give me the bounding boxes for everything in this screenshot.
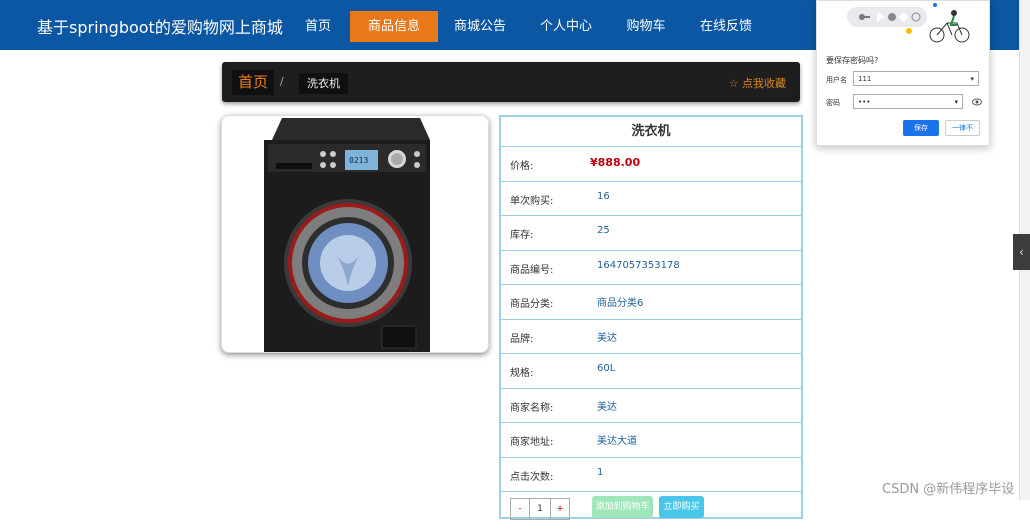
qty-minus-button[interactable]: - [511,499,530,519]
price-value: ¥888.00 [590,156,641,169]
username-value: 111 [858,75,872,83]
nav-products[interactable]: 商品信息 [350,11,438,42]
detail-row: 商家地址: 美达大道 [501,423,801,458]
field-value: 16 [597,190,610,202]
breadcrumb-home[interactable]: 首页 [232,70,275,95]
field-value: 1647057353178 [597,259,680,271]
field-label: 商家名称: [510,402,554,414]
detail-row: 库存: 25 [501,216,801,251]
chevron-down-icon[interactable]: ▾ [954,95,958,110]
nav-feedback[interactable]: 在线反馈 [692,11,760,42]
detail-row: 点击次数: 1 [501,458,801,492]
field-value: 美达大道 [597,436,637,447]
washer-display-readout: 0213 [349,156,368,165]
detail-row-price: 价格: ¥888.00 [501,147,801,182]
field-label: 商品编号: [510,264,554,276]
password-value: ••• [858,98,871,106]
product-image: 0213 [221,115,489,353]
detail-row: 商品分类: 商品分类6 [501,285,801,320]
never-save-button[interactable]: 一律不 [945,120,980,136]
watermark-text: CSDN @新伟程序毕设 [882,482,1015,497]
site-title: 基于springboot的爱购物网上商城 [37,18,283,37]
qty-plus-button[interactable]: + [551,499,569,519]
field-value: 25 [597,225,610,236]
nav-personal-center[interactable]: 个人中心 [534,11,598,42]
breadcrumb: 首页 / 洗衣机 ☆ 点我收藏 [222,62,800,102]
password-label: 密码 [826,99,840,107]
product-title: 洗衣机 [501,117,801,147]
breadcrumb-current: 洗衣机 [299,73,348,94]
breadcrumb-separator: / [280,75,284,88]
detail-row: 规格: 60L [501,354,801,389]
washing-machine-image: 0213 [222,116,488,352]
field-label: 规格: [510,368,534,379]
save-password-popup: 要保存密码吗? 用户名 111 ▾ 密码 ••• ▾ 保存 一律不 [816,0,990,146]
save-password-button[interactable]: 保存 [903,120,939,136]
price-label: 价格: [510,161,534,172]
product-detail-panel: 洗衣机 价格: ¥888.00 单次购买: 16 库存: 25 商品编号: 16… [499,115,803,520]
nav-cart[interactable]: 购物车 [620,11,672,42]
field-label: 点击次数: [510,471,554,483]
side-collapse-tab[interactable]: ‹ [1013,234,1030,270]
password-field[interactable]: ••• ▾ [853,94,963,109]
add-to-cart-button[interactable]: 添加到购物车 [592,496,653,518]
field-label: 库存: [510,230,534,241]
field-label: 商家地址: [510,437,554,448]
save-password-title: 要保存密码吗? [826,56,879,65]
field-value: 美达 [597,401,617,413]
detail-row: 商家名称: 美达 [501,389,801,423]
buy-now-button[interactable]: 立即购买 [659,496,704,518]
eye-icon[interactable] [972,98,982,106]
qty-input[interactable]: 1 [530,499,551,519]
field-value: 美达 [597,332,617,344]
detail-row: 品牌: 美达 [501,320,801,354]
password-illustration-icon [847,3,970,43]
detail-row: 单次购买: 16 [501,182,801,216]
detail-row: 商品编号: 1647057353178 [501,251,801,285]
chevron-left-icon: ‹ [1019,245,1024,259]
nav-home[interactable]: 首页 [296,11,340,42]
nav-announcements[interactable]: 商城公告 [448,11,512,42]
purchase-actions: - 1 + 添加到购物车 立即购买 [501,492,801,532]
field-value: 商品分类6 [597,298,644,309]
quantity-stepper: - 1 + [510,498,570,520]
field-label: 单次购买: [510,195,554,207]
field-label: 商品分类: [510,299,554,310]
username-label: 用户名 [826,76,847,84]
chevron-down-icon[interactable]: ▾ [970,72,974,87]
favorite-link[interactable]: ☆ 点我收藏 [729,75,786,91]
field-value: 60L [597,363,616,374]
field-label: 品牌: [510,333,534,345]
field-value: 1 [597,466,604,478]
username-field[interactable]: 111 ▾ [853,71,979,86]
